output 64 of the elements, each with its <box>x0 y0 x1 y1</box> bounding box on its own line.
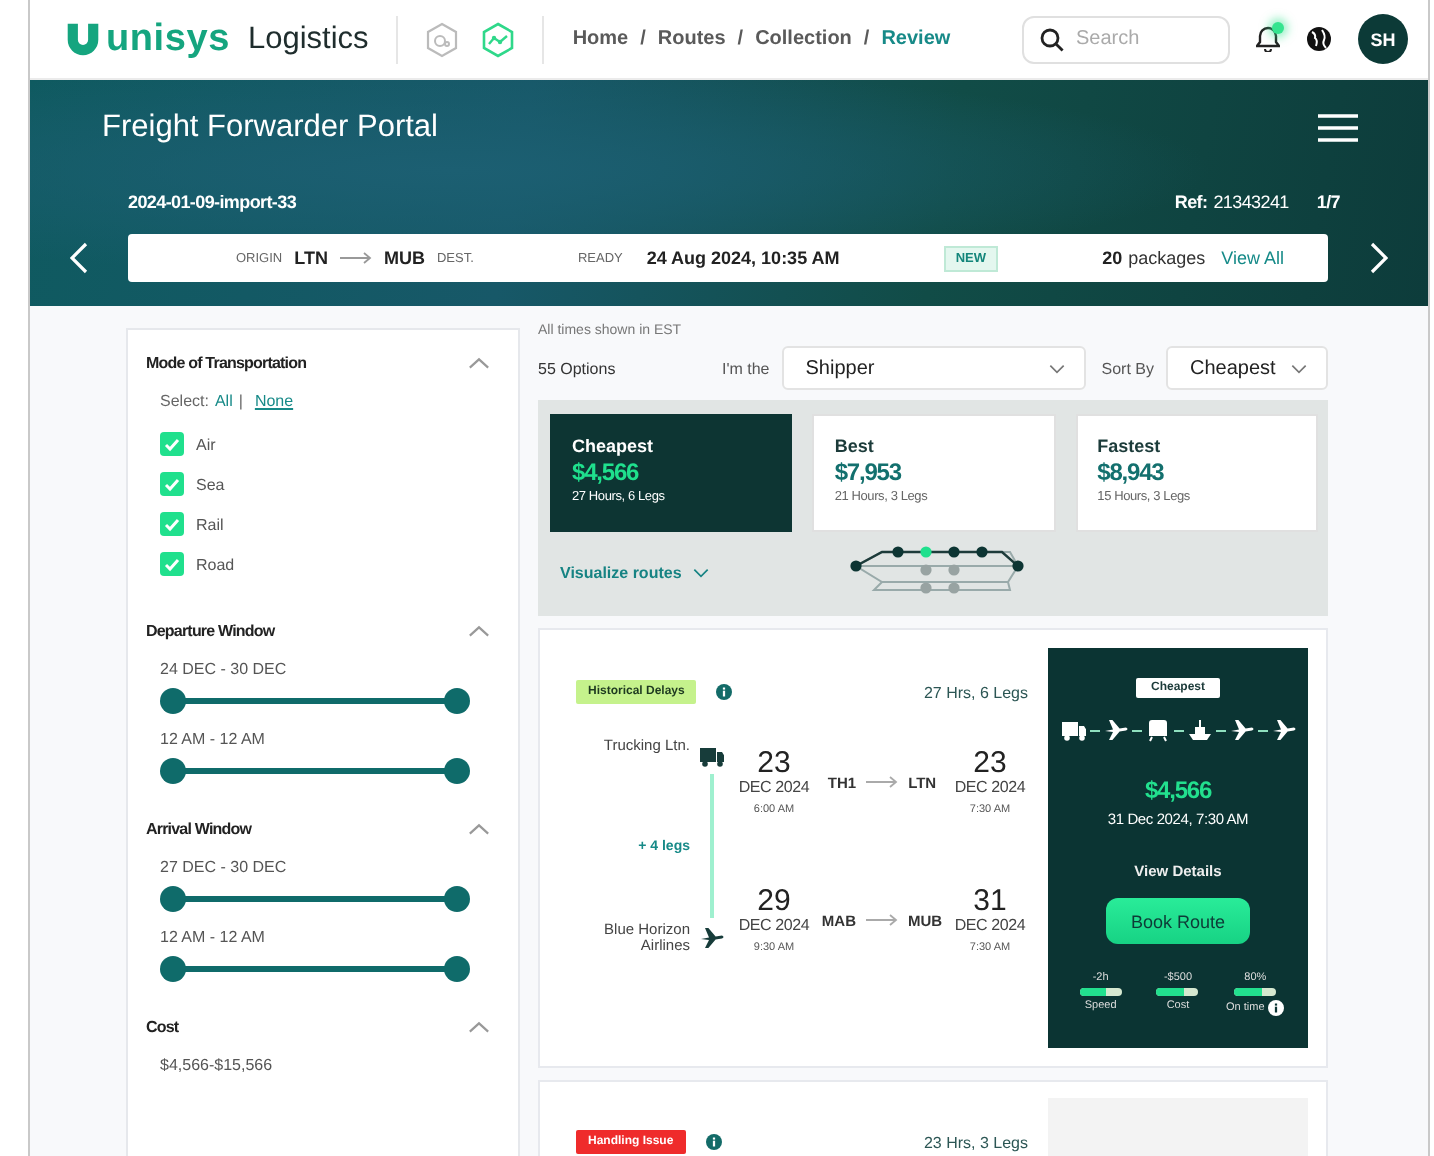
ref-label: Ref: <box>1174 192 1208 212</box>
breadcrumb-separator: / <box>640 28 646 50</box>
package-count: 20 <box>1102 248 1123 268</box>
section-title: Arrival Window <box>146 819 252 837</box>
visualize-routes-link[interactable]: Visualize routes <box>560 563 710 581</box>
date-day: 29 <box>728 888 820 916</box>
breadcrumb-link[interactable]: Review <box>881 28 951 50</box>
date-month: DEC 2024 <box>736 916 812 934</box>
user-avatar[interactable]: SH <box>1358 14 1408 64</box>
checkbox-label: Sea <box>196 475 225 493</box>
date-day: 23 <box>944 750 1036 778</box>
shipment-id: 2024-01-09-import-33 <box>128 192 297 212</box>
offer-price: $4,566 <box>1144 776 1212 804</box>
option-price: $7,953 <box>834 458 904 486</box>
section-title: Cost <box>146 1017 179 1035</box>
options-count: 55 Options <box>538 359 616 377</box>
page-counter: 1/7 <box>1316 192 1340 212</box>
breadcrumb-separator: / <box>863 28 870 50</box>
option-title: Cheapest <box>572 436 656 456</box>
ready-date: 24 Aug 2024, 10:35 AM <box>646 248 840 268</box>
breadcrumb-link[interactable]: Home <box>572 28 629 50</box>
select-label: Select: <box>160 392 209 410</box>
select-none-link[interactable]: None <box>254 392 294 410</box>
date-month: DEC 2024 <box>952 778 1028 796</box>
range-label: 27 DEC - 30 DEC <box>158 858 289 876</box>
breadcrumb-link[interactable]: Collection <box>755 28 852 50</box>
ref-number: 21343241 <box>1213 192 1289 212</box>
range-label: 12 AM - 12 AM <box>158 730 267 748</box>
option-title: Fastest <box>1097 436 1163 456</box>
range-label: 12 AM - 12 AM <box>158 928 267 946</box>
route-duration: 23 Hrs, 3 Legs <box>923 1133 1028 1151</box>
section-title: Mode of Transportation <box>146 353 307 371</box>
search-input[interactable]: Search <box>1076 28 1196 50</box>
search-field[interactable]: Search <box>1022 15 1230 63</box>
range-label: $4,566-$15,566 <box>158 1056 275 1074</box>
date-month: DEC 2024 <box>952 916 1028 934</box>
breadcrumb-link[interactable]: Routes <box>657 28 726 50</box>
link-separator: | <box>238 392 243 410</box>
checkbox-label: Road <box>196 555 235 573</box>
option-title: Best <box>834 436 876 456</box>
date-day: 31 <box>944 888 1036 916</box>
checkbox-label: Rail <box>196 515 224 533</box>
destination-code: MUB <box>383 248 425 268</box>
packages-label: packages <box>1128 248 1206 268</box>
sort-dropdown[interactable]: Cheapest <box>1166 346 1328 390</box>
logo-wordmark: unisys <box>106 17 230 61</box>
date-day: 23 <box>728 750 820 778</box>
date-month: DEC 2024 <box>736 778 812 796</box>
checkbox-label: Air <box>196 435 216 453</box>
route-duration: 27 Hrs, 6 Legs <box>923 683 1028 701</box>
breadcrumb-separator: / <box>737 28 744 50</box>
book-route-button[interactable]: Book Route <box>1106 898 1250 944</box>
option-price: $8,943 <box>1097 458 1166 486</box>
range-label: 24 DEC - 30 DEC <box>158 660 289 678</box>
role-label: I'm the <box>722 359 770 377</box>
option-price: $4,566 <box>572 458 641 486</box>
app-name: Logistics <box>248 21 369 57</box>
view-all-link[interactable]: View All <box>1221 248 1284 268</box>
role-dropdown[interactable]: Shipper <box>781 346 1086 390</box>
sort-label: Sort By <box>1101 359 1154 377</box>
select-all-link[interactable]: All <box>214 392 233 410</box>
origin-code: LTN <box>294 248 328 268</box>
portal-title: Freight Forwarder Portal <box>102 110 438 146</box>
section-title: Departure Window <box>146 621 275 639</box>
